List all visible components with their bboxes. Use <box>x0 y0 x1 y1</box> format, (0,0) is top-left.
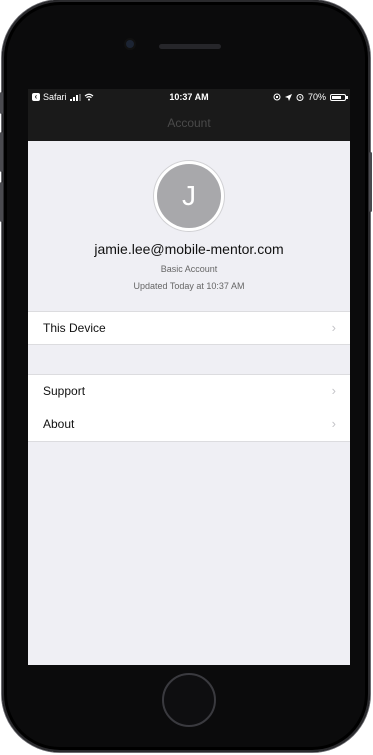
about-row[interactable]: About › <box>28 408 350 442</box>
this-device-label: This Device <box>43 321 106 335</box>
status-indicators: 70% <box>273 92 348 102</box>
chevron-right-icon: › <box>331 320 336 335</box>
chevron-right-icon: › <box>331 383 336 398</box>
volume-down-button <box>0 182 3 222</box>
orientation-lock-icon <box>273 93 281 101</box>
power-button <box>369 152 372 212</box>
status-bar: ‹ Safari 10:37 AM 70% <box>28 89 350 105</box>
front-camera <box>126 40 134 48</box>
nav-title: Account <box>167 116 211 130</box>
home-button[interactable] <box>162 673 216 727</box>
earpiece-speaker <box>159 44 221 49</box>
chevron-right-icon: › <box>331 416 336 431</box>
nav-bar: Account <box>28 105 350 141</box>
last-updated: Updated Today at 10:37 AM <box>133 281 245 291</box>
account-type: Basic Account <box>160 264 218 274</box>
battery-percent: 70% <box>307 92 326 102</box>
location-icon <box>284 93 292 101</box>
screen: ‹ Safari 10:37 AM 70% Account J jamie.le… <box>28 89 350 665</box>
account-email: jamie.lee@mobile-mentor.com <box>94 241 284 257</box>
profile-header: J jamie.lee@mobile-mentor.com Basic Acco… <box>28 141 350 311</box>
volume-up-button <box>0 132 3 172</box>
alarm-icon <box>296 94 304 101</box>
silent-switch <box>0 92 3 114</box>
battery-icon <box>330 93 348 101</box>
support-row[interactable]: Support › <box>28 374 350 408</box>
support-label: Support <box>43 384 86 398</box>
this-device-row[interactable]: This Device › <box>28 311 350 345</box>
about-label: About <box>43 417 75 431</box>
avatar[interactable]: J <box>157 164 221 228</box>
